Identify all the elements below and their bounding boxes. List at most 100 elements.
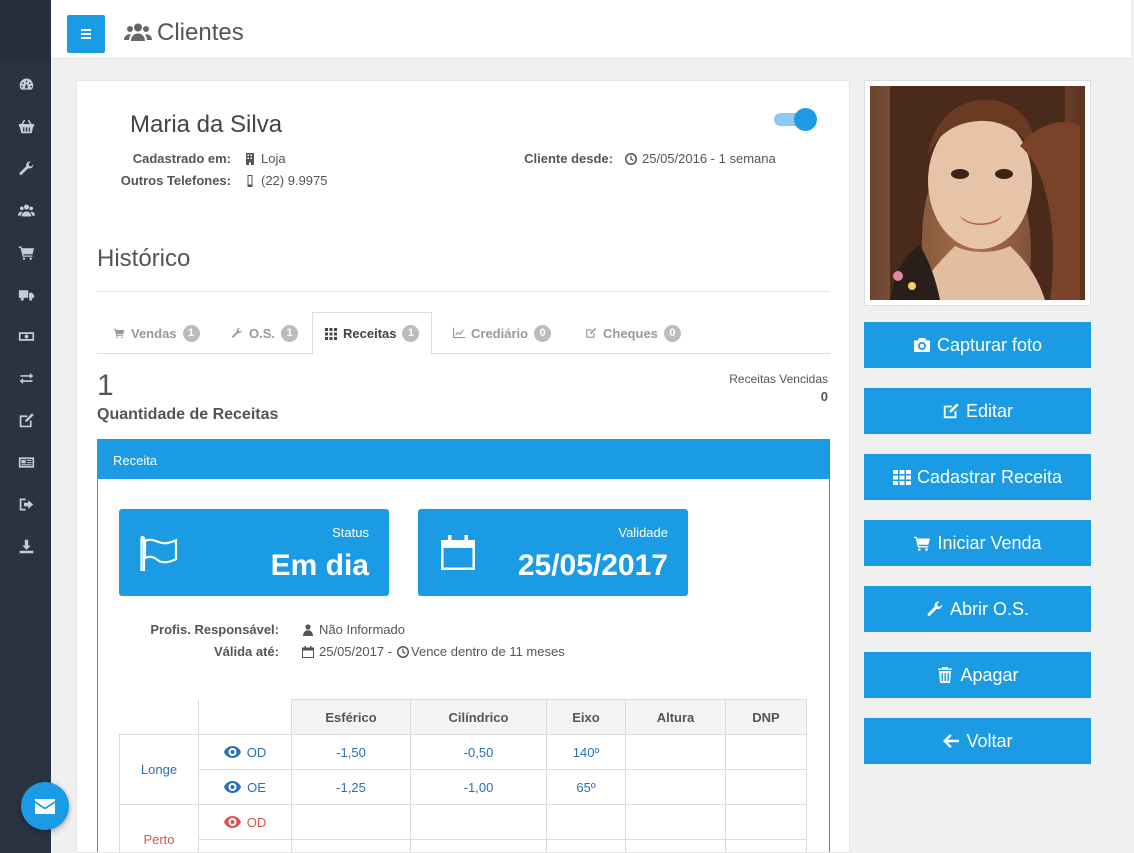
- dnp-value: [725, 769, 807, 805]
- tab-crediario[interactable]: Crediário 0: [453, 312, 552, 354]
- edit-icon: [943, 403, 959, 419]
- axis-value: 65º: [546, 769, 626, 805]
- count-badge: 0: [663, 324, 681, 342]
- cart-icon: [914, 536, 931, 551]
- back-button[interactable]: Voltar: [864, 718, 1091, 764]
- validity-value: 25/05/2017: [517, 549, 668, 582]
- distance-label-far: Longe: [119, 734, 199, 805]
- basket-icon[interactable]: [16, 116, 36, 136]
- dnp-value: [725, 734, 807, 770]
- calendar-small-icon: [302, 645, 314, 658]
- page-title: Clientes: [157, 19, 244, 46]
- panel-title: Receita: [98, 440, 829, 479]
- top-bar: Clientes: [51, 0, 1131, 59]
- grid-icon: [892, 470, 911, 485]
- mobile-icon: [247, 174, 253, 187]
- height-value: [625, 769, 726, 805]
- validity-label: Validade: [618, 525, 668, 540]
- capture-photo-button[interactable]: Capturar foto: [864, 322, 1091, 368]
- tab-cheques[interactable]: Cheques 0: [585, 312, 681, 354]
- wrench-icon: [927, 601, 943, 616]
- eye-icon: [224, 781, 242, 793]
- camera-icon: [913, 338, 930, 352]
- cylinder-value: -1,00: [410, 769, 547, 805]
- valid-until-label: Válida até:: [213, 644, 279, 659]
- table-row: Longe OD -1,50 -0,50 140º: [119, 734, 807, 805]
- portrait-image: [870, 86, 1085, 300]
- height-value: [625, 734, 726, 770]
- cylinder-value: -0,50: [410, 734, 547, 770]
- since-value: 25/05/2016 - 1 semana: [625, 151, 776, 166]
- client-active-toggle[interactable]: [774, 107, 818, 131]
- money-icon[interactable]: [16, 326, 36, 346]
- register-prescription-button[interactable]: Cadastrar Receita: [864, 454, 1091, 500]
- menu-toggle-button[interactable]: [67, 15, 105, 53]
- divider: [97, 291, 830, 292]
- hamburger-icon: [81, 29, 91, 31]
- prescription-count-label: Quantidade de Receitas: [97, 406, 279, 423]
- professional-label: Profis. Responsável:: [150, 622, 279, 637]
- count-badge: 1: [402, 325, 420, 342]
- user-md-icon: [303, 623, 313, 636]
- table-row: Perto OD: [119, 804, 807, 852]
- sidebar: [0, 0, 51, 853]
- calendar-icon: [438, 535, 478, 571]
- sign-out-icon[interactable]: [16, 494, 36, 514]
- tab-vendas[interactable]: Vendas 1: [113, 312, 200, 354]
- envelope-icon: [35, 798, 55, 814]
- cart-icon[interactable]: [16, 242, 36, 262]
- axis-value: 140º: [546, 734, 626, 770]
- col-header: Cilíndrico: [410, 699, 547, 735]
- edit-icon: [586, 327, 597, 338]
- exchange-icon[interactable]: [16, 368, 36, 388]
- col-header: Eixo: [546, 699, 626, 735]
- chat-button[interactable]: [21, 782, 69, 830]
- phones-label: Outros Telefones:: [120, 173, 231, 188]
- open-os-button[interactable]: Abrir O.S.: [864, 586, 1091, 632]
- phones-value: (22) 9.9975: [244, 173, 328, 188]
- tab-os[interactable]: O.S. 1: [231, 312, 299, 354]
- users-icon[interactable]: [16, 200, 36, 220]
- status-value: Em dia: [270, 549, 369, 582]
- validity-box: Validade 25/05/2017: [418, 509, 688, 596]
- delete-button[interactable]: Apagar: [864, 652, 1091, 698]
- download-icon[interactable]: [16, 536, 36, 556]
- expired-label: Receitas Vencidas: [729, 372, 828, 386]
- eye-icon: [223, 816, 241, 828]
- count-badge: 1: [281, 324, 299, 342]
- prescription-table: Esférico Cilíndrico Eixo Altura DNP Long…: [119, 699, 807, 852]
- eye-cell: OD: [198, 734, 292, 770]
- col-header: Esférico: [291, 699, 411, 735]
- clock-icon: [397, 645, 410, 658]
- wrench-icon[interactable]: [16, 158, 36, 178]
- tab-receitas[interactable]: Receitas 1: [312, 312, 433, 355]
- clock-icon: [625, 152, 637, 165]
- wrench-icon: [232, 328, 242, 338]
- status-box: Status Em dia: [119, 509, 389, 596]
- professional-value: Não Informado: [302, 622, 405, 637]
- valid-until-value: 25/05/2017 - Vence dentro de 11 meses: [302, 644, 565, 659]
- start-sale-button[interactable]: Iniciar Venda: [864, 520, 1091, 566]
- sidebar-header: [0, 0, 51, 60]
- since-label: Cliente desde:: [524, 151, 613, 166]
- col-header: DNP: [725, 699, 807, 735]
- client-name: Maria da Silva: [130, 111, 283, 138]
- truck-icon[interactable]: [16, 284, 36, 304]
- newspaper-icon[interactable]: [16, 452, 36, 472]
- eye-cell: OD: [198, 804, 292, 840]
- eye-cell: OE: [198, 769, 292, 805]
- sphere-value: -1,50: [291, 734, 411, 770]
- building-icon: [246, 152, 254, 165]
- trash-icon: [938, 667, 953, 683]
- count-badge: 0: [534, 324, 552, 342]
- dashboard-icon[interactable]: [16, 74, 36, 94]
- registered-value: Loja: [244, 151, 286, 166]
- edit-icon[interactable]: [16, 410, 36, 430]
- table-row: [120, 839, 807, 852]
- status-label: Status: [332, 525, 369, 540]
- edit-button[interactable]: Editar: [864, 388, 1091, 434]
- cart-icon: [113, 328, 125, 339]
- users-icon: [124, 23, 152, 41]
- table-row: OE -1,25 -1,00 65º: [120, 769, 807, 805]
- sphere-value: -1,25: [291, 769, 411, 805]
